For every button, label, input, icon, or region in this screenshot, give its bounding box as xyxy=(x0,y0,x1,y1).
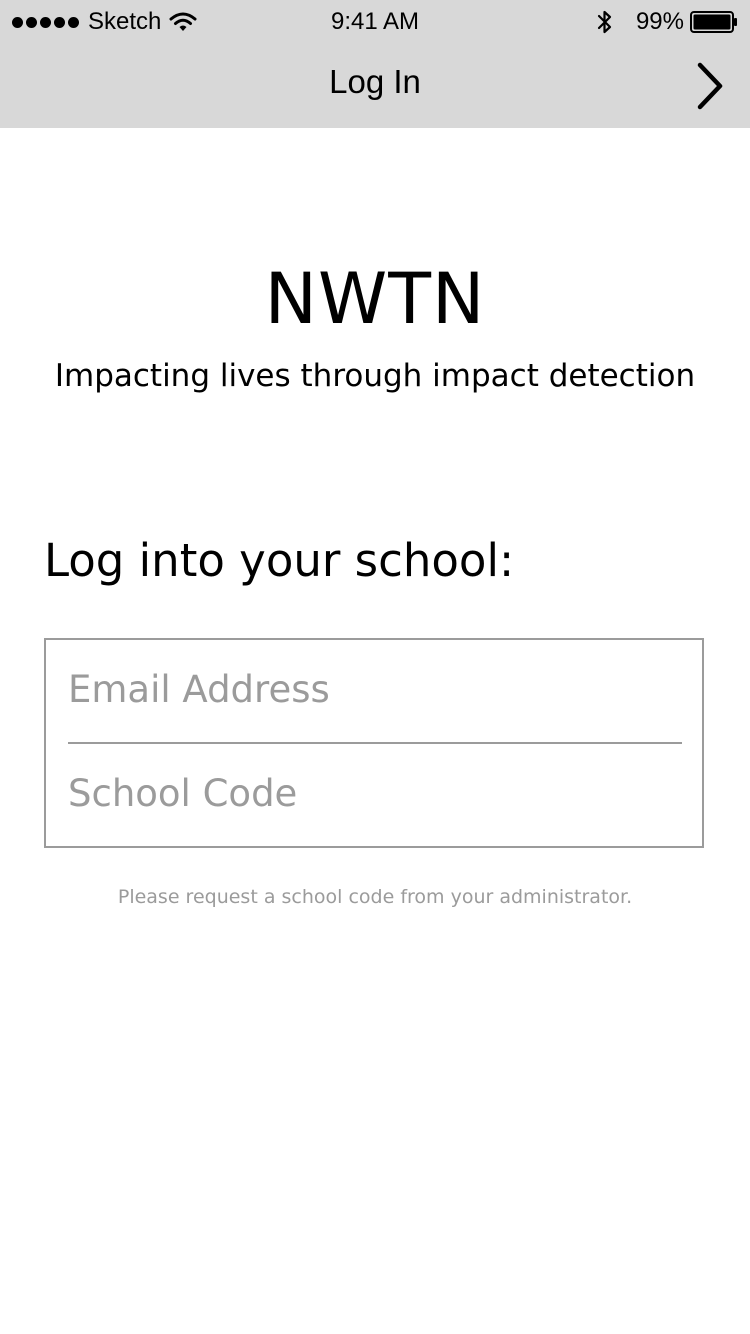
chevron-right-icon xyxy=(697,62,723,110)
status-right: 99% xyxy=(596,8,738,36)
header: Sketch 9:41 AM 99% Log In xyxy=(0,0,750,128)
form-divider xyxy=(68,742,682,744)
bluetooth-icon xyxy=(596,9,614,35)
battery-percent: 99% xyxy=(635,8,684,35)
login-screen: Sketch 9:41 AM 99% Log In NWTN Impacting… xyxy=(0,0,750,1334)
login-heading: Log into your school: xyxy=(44,534,515,587)
battery-icon xyxy=(690,11,738,33)
login-form xyxy=(44,638,704,848)
status-bar: Sketch 9:41 AM 99% xyxy=(0,0,750,40)
app-tagline: Impacting lives through impact detection xyxy=(54,358,696,394)
app-name: NWTN xyxy=(264,258,486,340)
nav-title: Log In xyxy=(329,63,421,100)
next-button[interactable] xyxy=(690,58,730,114)
school-code-input[interactable] xyxy=(68,748,684,838)
help-text: Please request a school code from your a… xyxy=(117,886,633,908)
email-input[interactable] xyxy=(68,644,684,734)
nav-bar: Log In xyxy=(0,40,750,128)
